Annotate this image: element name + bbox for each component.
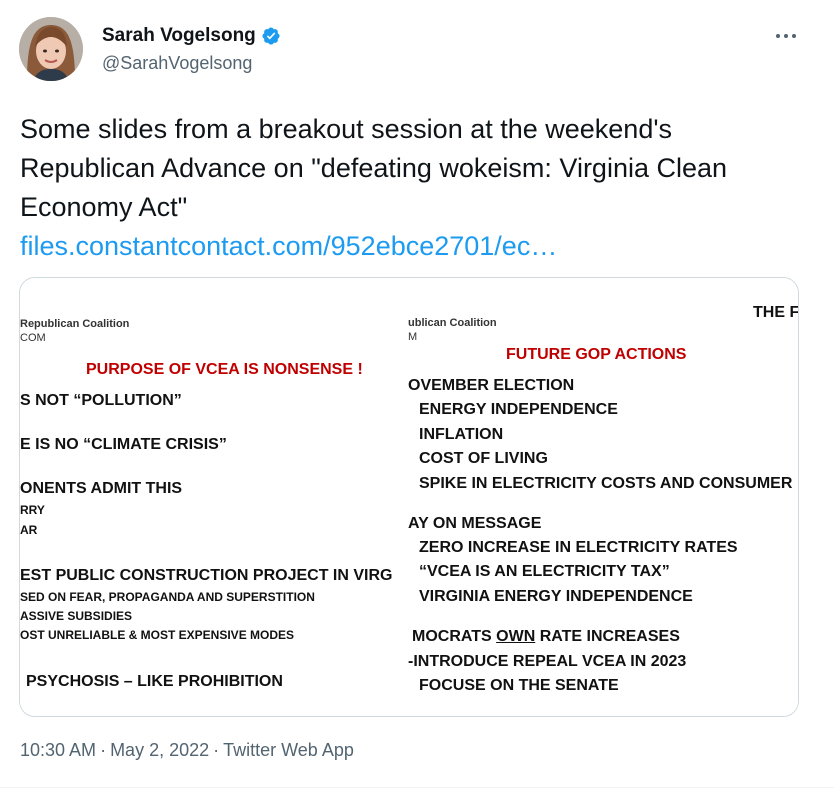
slide-line-part: MOCRATS — [412, 628, 497, 645]
verified-badge-icon — [262, 27, 280, 45]
slide-corner-title: THE F — [753, 304, 798, 321]
slide-subline: OST UNRELIABLE & MOST EXPENSIVE MODES — [20, 628, 295, 642]
slide-line: ENERGY INDEPENDENCE — [419, 401, 618, 418]
tweet-body: Some slides from a breakout session at t… — [20, 114, 728, 222]
slide-org: ublican Coalition — [408, 317, 497, 329]
tweet-text: Some slides from a breakout session at t… — [20, 110, 810, 266]
meta-separator: · — [100, 740, 107, 760]
slide-line: COST OF LIVING — [419, 450, 548, 467]
slide-line: ONENTS ADMIT THIS — [20, 480, 183, 497]
slide-org: Republican Coalition — [20, 318, 130, 330]
slide-line: EST PUBLIC CONSTRUCTION PROJECT IN VIRG — [20, 567, 393, 584]
avatar-image — [19, 17, 83, 81]
avatar[interactable] — [19, 17, 83, 81]
slide-line: “VCEA IS AN ELECTRICITY TAX” — [419, 563, 670, 580]
slide-line: -INTRODUCE REPEAL VCEA IN 2023 — [408, 653, 687, 670]
author-name-row: Sarah Vogelsong — [102, 25, 281, 47]
slide-line: PSYCHOSIS – LIKE PROHIBITION — [26, 673, 283, 690]
slide-org-2: COM — [20, 332, 46, 344]
slide-line: AY ON MESSAGE — [408, 515, 542, 532]
slide-org-2: M — [408, 331, 418, 343]
author-handle[interactable]: @SarahVogelsong — [102, 53, 252, 74]
slide-line: SPIKE IN ELECTRICITY COSTS AND CONSUMER — [419, 475, 793, 492]
slide-line: E IS NO “CLIMATE CRISIS” — [20, 436, 227, 453]
slide-left[interactable]: Republican Coalition COM PURPOSE OF VCEA… — [20, 278, 406, 716]
tweet-date[interactable]: May 2, 2022 — [110, 740, 209, 760]
tweet-media[interactable]: Republican Coalition COM PURPOSE OF VCEA… — [19, 277, 799, 717]
slide-title: PURPOSE OF VCEA IS NONSENSE ! — [86, 361, 363, 378]
divider — [0, 787, 834, 788]
tweet-source[interactable]: Twitter Web App — [223, 740, 354, 760]
slide-line: INFLATION — [419, 426, 504, 443]
slide-line: FOCUSE ON THE SENATE — [419, 677, 619, 694]
tweet-link[interactable]: files.constantcontact.com/952ebce2701/ec… — [20, 227, 810, 266]
slide-line: ZERO INCREASE IN ELECTRICITY RATES — [419, 539, 738, 556]
slide-line: S NOT “POLLUTION” — [20, 392, 182, 409]
meta-separator: · — [213, 740, 220, 760]
slide-subline: ASSIVE SUBSIDIES — [20, 609, 133, 623]
slide-subline: SED ON FEAR, PROPAGANDA AND SUPERSTITION — [20, 590, 315, 604]
slide-line: VIRGINIA ENERGY INDEPENDENCE — [419, 588, 693, 605]
slide-line-underlined: OWN — [496, 628, 536, 645]
slide-title: FUTURE GOP ACTIONS — [506, 346, 687, 363]
more-horizontal-icon — [776, 34, 780, 38]
slide-subline: AR — [20, 523, 38, 537]
tweet-meta: 10:30 AM · May 2, 2022 · Twitter Web App — [20, 740, 354, 761]
more-dot — [792, 34, 796, 38]
slide-right[interactable]: ublican Coalition M THE F FUTURE GOP ACT… — [408, 278, 798, 716]
more-dot — [784, 34, 788, 38]
more-options-button[interactable] — [770, 24, 802, 48]
author-display-name[interactable]: Sarah Vogelsong — [102, 25, 256, 47]
tweet-time[interactable]: 10:30 AM — [20, 740, 96, 760]
slide-line-part: RATE INCREASES — [535, 628, 680, 645]
slide-subline: RRY — [20, 503, 45, 517]
slide-line: OVEMBER ELECTION — [408, 377, 575, 394]
slide-line: MOCRATS OWN RATE INCREASES — [412, 628, 680, 646]
